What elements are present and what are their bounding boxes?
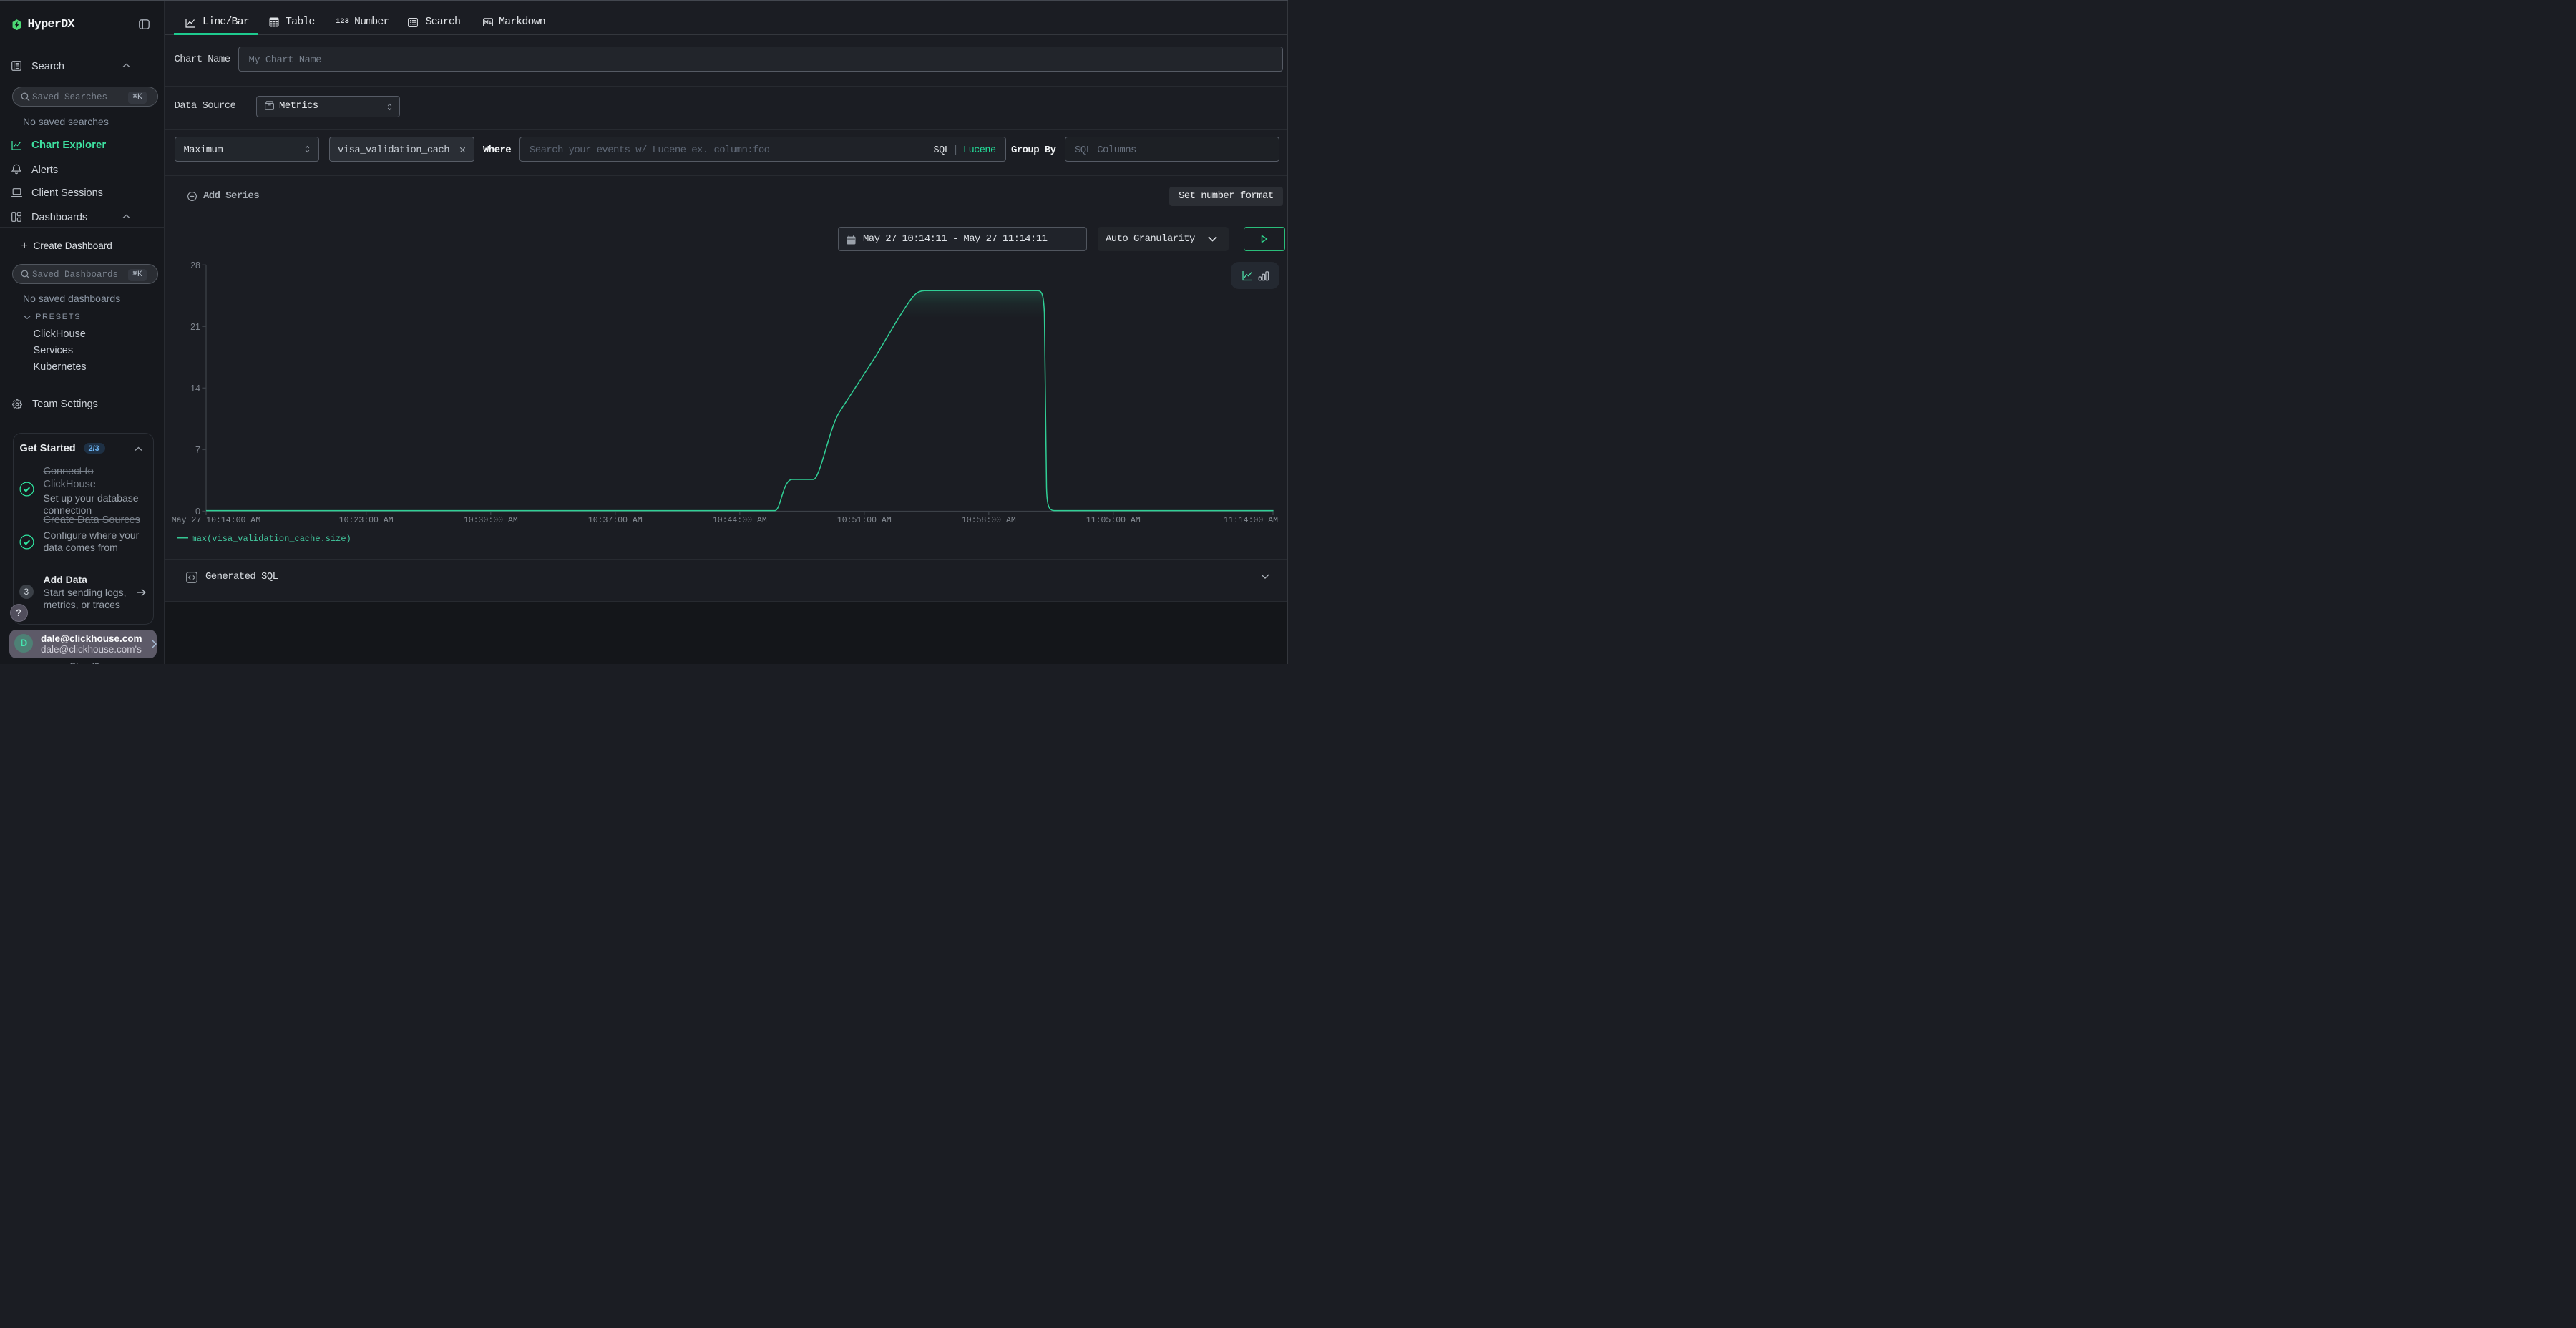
- svg-text:10:58:00 AM: 10:58:00 AM: [962, 516, 1016, 525]
- svg-text:10:44:00 AM: 10:44:00 AM: [713, 516, 767, 525]
- svg-text:21: 21: [190, 322, 200, 332]
- svg-text:7: 7: [195, 445, 200, 455]
- svg-text:28: 28: [190, 260, 200, 270]
- svg-text:10:37:00 AM: 10:37:00 AM: [588, 516, 643, 525]
- svg-text:11:14:00 AM: 11:14:00 AM: [1224, 516, 1278, 525]
- svg-text:10:23:00 AM: 10:23:00 AM: [339, 516, 394, 525]
- svg-text:10:30:00 AM: 10:30:00 AM: [464, 516, 518, 525]
- svg-text:14: 14: [190, 384, 200, 394]
- svg-text:max(visa_validation_cache.size: max(visa_validation_cache.size): [192, 534, 351, 544]
- svg-text:May 27 10:14:00 AM: May 27 10:14:00 AM: [172, 516, 260, 525]
- svg-text:11:05:00 AM: 11:05:00 AM: [1086, 516, 1141, 525]
- svg-text:10:51:00 AM: 10:51:00 AM: [837, 516, 892, 525]
- svg-text:0: 0: [195, 507, 200, 517]
